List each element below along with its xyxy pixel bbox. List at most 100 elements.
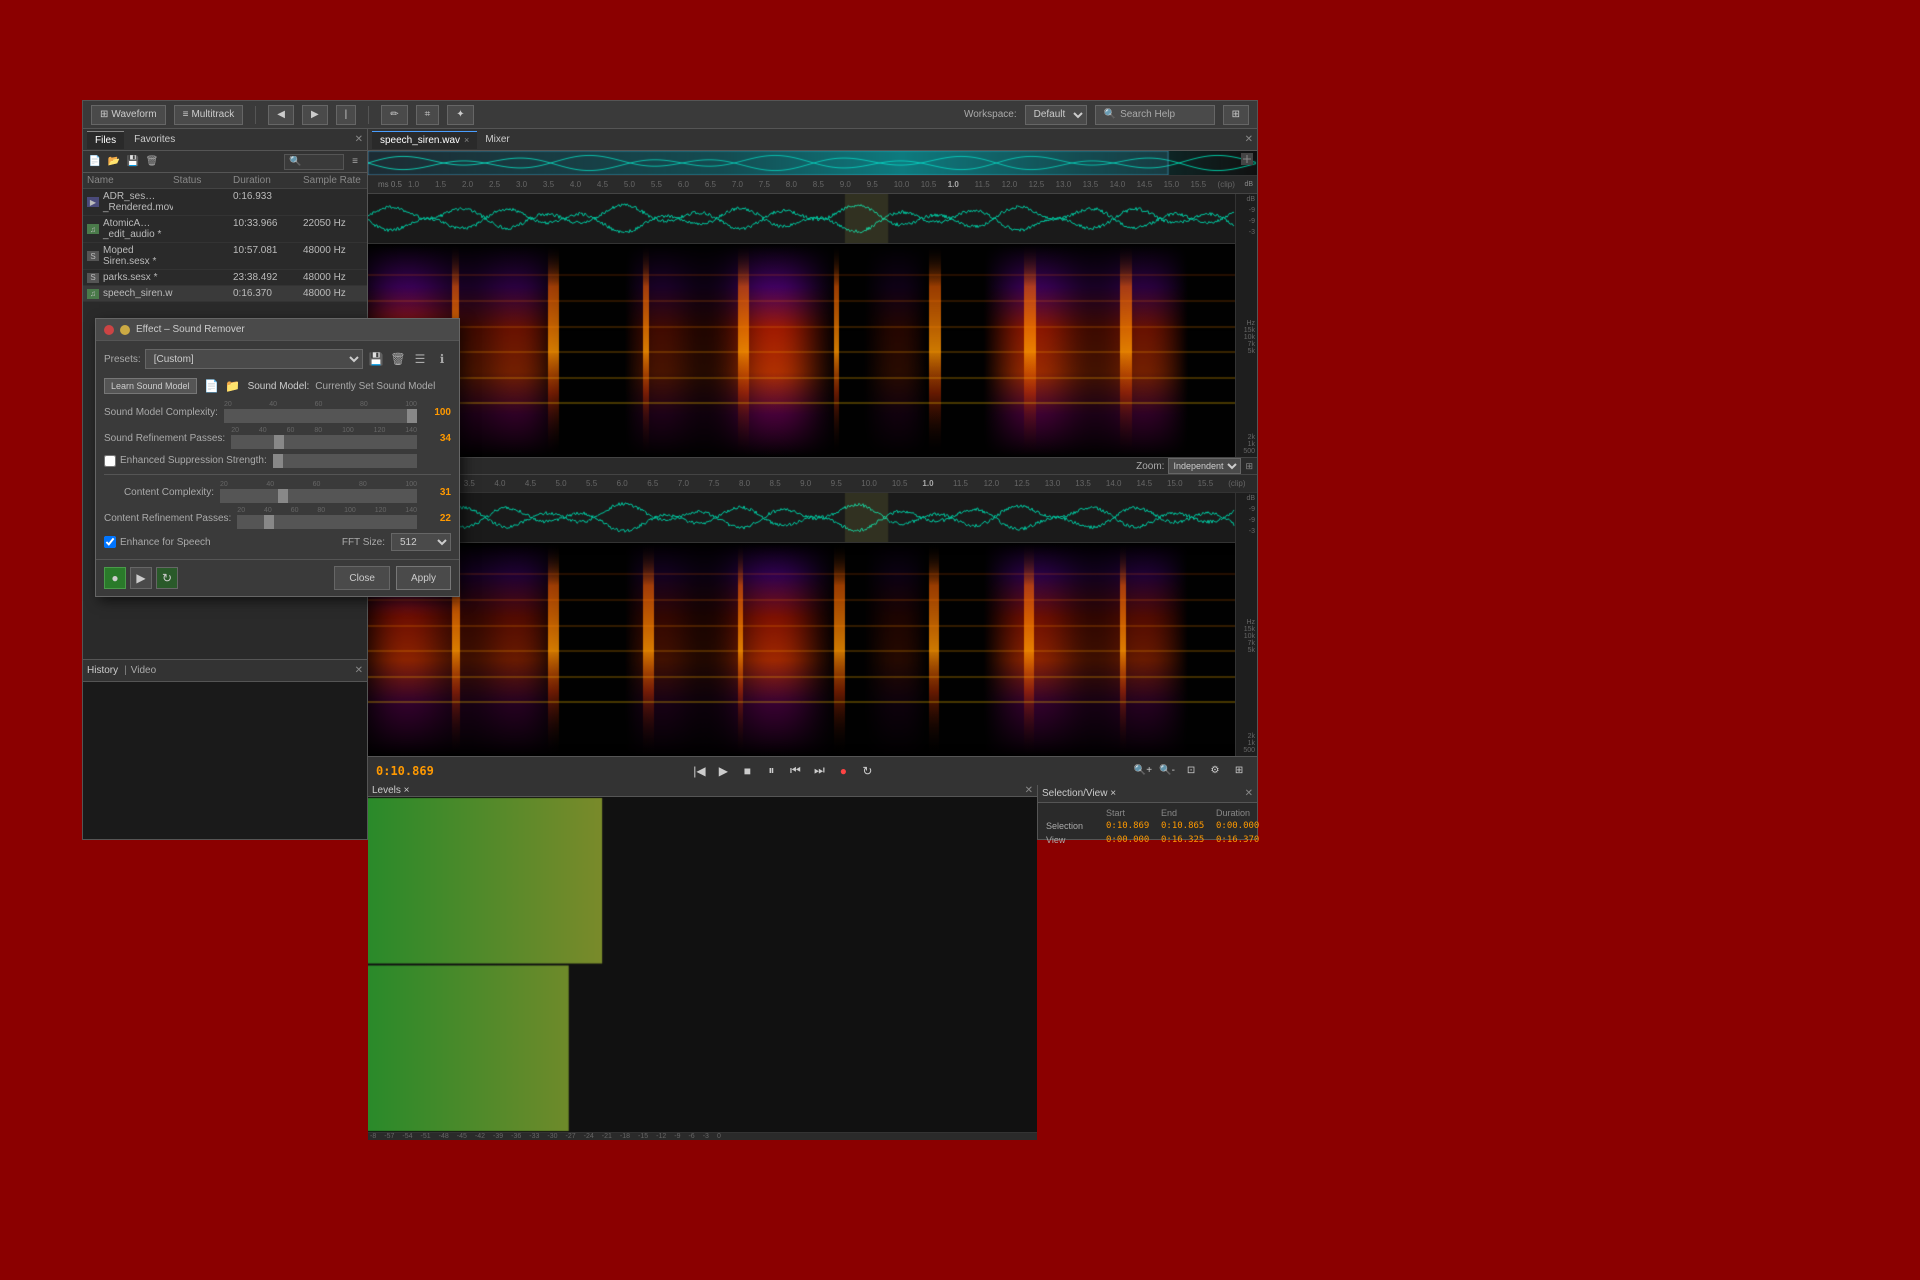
expand-btn[interactable]: ⊞	[1223, 105, 1249, 125]
content-refinement-value: 22	[423, 513, 451, 524]
enhanced-suppression-checkbox[interactable]	[104, 455, 116, 467]
new-file-btn[interactable]: 📄	[87, 154, 103, 170]
refinement-label: Sound Refinement Passes:	[104, 433, 225, 444]
zoom-dropdown[interactable]: Independent	[1168, 458, 1241, 474]
file-item-2[interactable]: S Moped Siren.sesx * 10:57.081 48000 Hz	[83, 243, 367, 270]
selection-tab[interactable]: Selection/View ×	[1042, 788, 1116, 799]
fft-row: Enhance for Speech FFT Size: 512	[104, 533, 451, 551]
sound-model-icons: 📄 📁	[203, 377, 242, 395]
footer-icons: ● ▶ ↻	[104, 567, 178, 589]
spectrogram-display-2	[368, 543, 1235, 756]
suppression-slider[interactable]	[273, 454, 417, 468]
dialog-footer: ● ▶ ↻ Close Apply	[96, 559, 459, 596]
toolbar-sep-2	[368, 106, 369, 124]
tab-close-btn[interactable]: ×	[464, 135, 469, 145]
save-file-btn[interactable]: 💾	[125, 154, 141, 170]
close-selection-btn[interactable]: ✕	[1245, 788, 1253, 799]
expand-section-btn[interactable]: ⊞	[1245, 461, 1253, 472]
view-duration: 0:16.370	[1216, 835, 1271, 845]
tool-btn-1[interactable]: ◀	[268, 105, 294, 125]
preset-info-btn[interactable]: ℹ	[433, 350, 451, 368]
dialog-close-btn[interactable]	[104, 325, 114, 335]
complexity-slider[interactable]	[224, 409, 417, 423]
file-item-4[interactable]: ♫ speech_siren.wav 0:16.370 48000 Hz	[83, 286, 367, 302]
search-help-box[interactable]: 🔍 Search Help	[1095, 105, 1215, 125]
favorites-tab[interactable]: Favorites	[126, 131, 183, 149]
pause-btn[interactable]: ⏸	[761, 761, 781, 781]
video-tab[interactable]: Video	[131, 665, 156, 676]
play-btn[interactable]: ▶	[713, 761, 733, 781]
pencil-tool[interactable]: ✏	[381, 105, 407, 125]
complexity-slider-container: 20 40 60 80 100	[224, 401, 417, 423]
tools-btn[interactable]: ⚙	[1205, 761, 1225, 781]
apply-dialog-btn[interactable]: Apply	[396, 566, 451, 590]
file-search-input[interactable]	[284, 154, 344, 170]
fft-size-dropdown[interactable]: 512	[391, 533, 451, 551]
enhance-speech-checkbox[interactable]	[104, 536, 116, 548]
preset-delete-btn[interactable]: 🗑	[389, 350, 407, 368]
zoom-control: Zoom: Independent	[1136, 458, 1241, 474]
zoom-fit-btn[interactable]: ⊡	[1181, 761, 1201, 781]
preset-save-btn[interactable]: 💾	[367, 350, 385, 368]
footer-play-btn[interactable]: ●	[104, 567, 126, 589]
waveform-grid-icon: ⊞	[100, 109, 108, 120]
tool-btn-3[interactable]: |	[336, 105, 357, 125]
close-editor-panel-btn[interactable]: ✕	[1245, 134, 1253, 145]
workspace-label: Workspace:	[964, 109, 1017, 120]
expand-all-btn[interactable]: ⊞	[1229, 761, 1249, 781]
sound-model-folder-btn[interactable]: 📁	[224, 377, 242, 395]
files-tab[interactable]: Files	[87, 131, 124, 149]
bottom-panels: Levels × ✕ -8 -57 -54 -51 -48 -45	[368, 784, 1257, 839]
top-toolbar: ⊞ Waveform ≡ Multitrack ◀ ▶ | ✏ ⌗ ✦ Work…	[83, 101, 1257, 129]
skip-fwd-btn[interactable]: ⏭	[809, 761, 829, 781]
complexity-value: 100	[423, 407, 451, 418]
editor-tab-mixer[interactable]: Mixer	[477, 131, 517, 149]
close-levels-btn[interactable]: ✕	[1025, 785, 1033, 796]
workspace-dropdown[interactable]: Default	[1025, 105, 1087, 125]
search-btn[interactable]: ≡	[347, 154, 363, 170]
zoom-in-btn[interactable]: 🔍+	[1133, 761, 1153, 781]
record-btn[interactable]: ●	[833, 761, 853, 781]
learn-sound-model-btn[interactable]: Learn Sound Model	[104, 378, 197, 394]
return-to-start-btn[interactable]: |◀	[689, 761, 709, 781]
loop-btn[interactable]: ↻	[857, 761, 877, 781]
view-start: 0:00.000	[1106, 835, 1161, 845]
presets-dropdown[interactable]: [Custom]	[145, 349, 363, 369]
file-item-0[interactable]: ▶ ADR_ses…_Rendered.mov 0:16.933	[83, 189, 367, 216]
footer-preview-btn[interactable]: ▶	[130, 567, 152, 589]
dialog-minimize-btn[interactable]	[120, 325, 130, 335]
skip-back-btn[interactable]: ⏮	[785, 761, 805, 781]
tool-btn-2[interactable]: ▶	[302, 105, 328, 125]
refinement-slider[interactable]	[231, 435, 417, 449]
close-dialog-btn[interactable]: Close	[334, 566, 390, 590]
sound-model-label: Sound Model:	[248, 381, 310, 392]
footer-loop-btn[interactable]: ↻	[156, 567, 178, 589]
marquee-tool[interactable]: ⌗	[416, 105, 440, 125]
editor-tab-waveform[interactable]: speech_siren.wav ×	[372, 131, 477, 149]
close-left-panel-btn[interactable]: ✕	[355, 134, 363, 145]
multitrack-btn[interactable]: ≡ Multitrack	[174, 105, 244, 125]
levels-canvas	[368, 797, 1037, 1132]
zoom-out-btn[interactable]: 🔍-	[1157, 761, 1177, 781]
files-toolbar: 📄 📂 💾 🗑 ≡	[83, 151, 367, 173]
levels-tab[interactable]: Levels ×	[372, 785, 410, 796]
overview-waveform	[368, 151, 1257, 176]
waveform-btn[interactable]: ⊞ Waveform	[91, 105, 166, 125]
spectrogram-display-1	[368, 244, 1235, 457]
content-complexity-slider[interactable]	[220, 489, 417, 503]
open-file-btn[interactable]: 📂	[106, 154, 122, 170]
suppression-label: Enhanced Suppression Strength:	[120, 455, 267, 466]
preset-menu-btn[interactable]: ☰	[411, 350, 429, 368]
stop-btn[interactable]: ■	[737, 761, 757, 781]
transport-bar: 0:10.869 |◀ ▶ ■ ⏸ ⏮ ⏭ ● ↻ 🔍+ 🔍- ⊡ ⚙ ⊞	[368, 756, 1257, 784]
dialog-divider	[104, 474, 451, 475]
file-item-3[interactable]: S parks.sesx * 23:38.492 48000 Hz	[83, 270, 367, 286]
file-item-1[interactable]: ♫ AtomicA…_edit_audio * 10:33.966 22050 …	[83, 216, 367, 243]
close-bottom-panel-btn[interactable]: ✕	[355, 665, 363, 676]
content-refinement-slider[interactable]	[237, 515, 417, 529]
delete-file-btn[interactable]: 🗑	[144, 154, 160, 170]
waveform-display-1	[368, 194, 1235, 244]
healing-tool[interactable]: ✦	[447, 105, 473, 125]
sound-model-open-btn[interactable]: 📄	[203, 377, 221, 395]
history-tab[interactable]: History	[87, 665, 118, 676]
